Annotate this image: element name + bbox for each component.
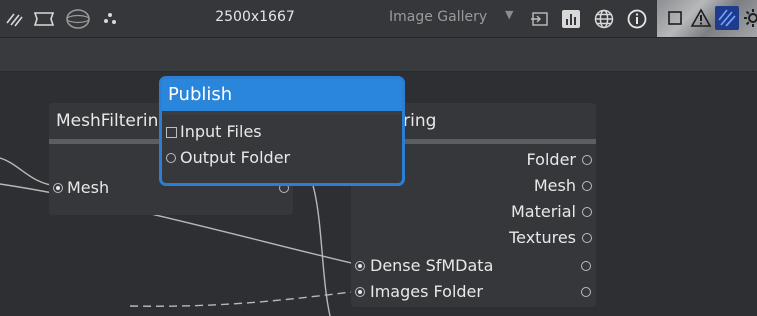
port-label: Mesh <box>533 176 576 195</box>
port-list-connector[interactable] <box>166 127 177 138</box>
port-connector[interactable] <box>53 183 63 193</box>
port-textures-out[interactable]: Textures <box>509 228 592 248</box>
globe-icon[interactable] <box>593 8 615 30</box>
port-connector[interactable] <box>166 153 176 163</box>
viewer-toolbar: 2500x1667 Image Gallery ▼ <box>0 0 757 38</box>
frame-icon[interactable] <box>33 8 55 30</box>
port-connector[interactable] <box>581 261 591 271</box>
port-connector[interactable] <box>582 233 592 243</box>
port-label: Folder <box>526 150 576 169</box>
chevron-down-icon: ▼ <box>505 8 514 21</box>
port-folder-out[interactable]: Folder <box>527 150 592 170</box>
import-icon[interactable] <box>529 8 551 30</box>
viewer-source-value: Image Gallery <box>389 9 488 25</box>
graph-editor-header <box>0 38 757 72</box>
points-icon[interactable] <box>101 8 123 30</box>
port-label: Images Folder <box>370 282 483 301</box>
viewer-source-select[interactable]: Image Gallery ▼ <box>388 8 518 29</box>
port-connector[interactable] <box>581 287 591 297</box>
port-connector[interactable] <box>582 207 592 217</box>
port-input-files-in[interactable]: Input Files <box>166 122 262 142</box>
chart-icon[interactable] <box>560 8 582 30</box>
sphere-icon[interactable] <box>65 8 91 30</box>
port-mesh-in[interactable]: Mesh <box>53 178 109 198</box>
port-label: Dense SfMData <box>370 256 494 275</box>
image-thumbnail <box>657 0 757 37</box>
hatch-active-icon[interactable] <box>715 6 739 30</box>
port-label: Mesh <box>67 178 110 197</box>
port-label: Material <box>511 202 576 221</box>
port-label: Output Folder <box>180 148 291 167</box>
port-connector[interactable] <box>355 287 365 297</box>
node-publish[interactable]: Publish Input Files Output Folder <box>159 76 405 186</box>
warning-icon[interactable] <box>689 6 713 30</box>
node-graph-canvas[interactable]: MeshFiltering Mesh Texturing Folder Mesh… <box>0 72 757 316</box>
port-output-folder-in[interactable]: Output Folder <box>166 148 290 168</box>
port-connector[interactable] <box>582 181 592 191</box>
port-dense-sfmdata-in[interactable]: Dense SfMData <box>355 256 493 276</box>
port-connector[interactable] <box>582 155 592 165</box>
hatch-icon[interactable] <box>4 8 26 30</box>
info-icon[interactable] <box>626 8 648 30</box>
image-resolution: 2500x1667 <box>215 9 295 25</box>
port-material-out[interactable]: Material <box>511 202 592 222</box>
node-title-separator <box>162 111 402 115</box>
port-label: Input Files <box>180 122 262 141</box>
edge-to-images-folder <box>129 290 361 307</box>
port-label: Textures <box>509 228 576 247</box>
node-title: Publish <box>162 79 402 111</box>
port-images-folder-in[interactable]: Images Folder <box>355 282 483 302</box>
square-icon[interactable] <box>663 6 687 30</box>
gear-icon[interactable] <box>741 6 757 30</box>
port-mesh-out[interactable]: Mesh <box>534 176 592 196</box>
port-connector[interactable] <box>355 261 365 271</box>
